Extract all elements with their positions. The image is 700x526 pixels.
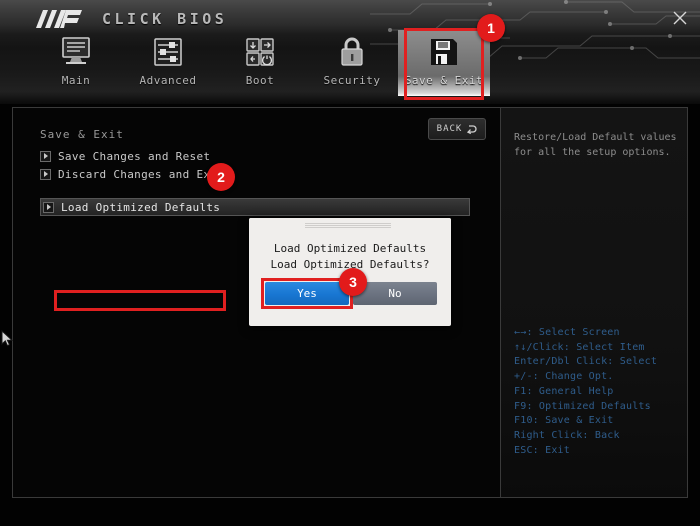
tab-main[interactable]: Main bbox=[30, 30, 122, 96]
tab-security[interactable]: Security bbox=[306, 30, 398, 96]
key-legend-item: Enter/Dbl Click: Select bbox=[514, 355, 686, 370]
brand-text: CLICK BIOS bbox=[102, 10, 227, 28]
annotation-badge-3: 3 bbox=[339, 268, 367, 296]
grid-tiles-icon bbox=[244, 34, 276, 70]
dialog-grip-icon bbox=[305, 223, 391, 228]
dialog-titlebar[interactable] bbox=[249, 218, 451, 228]
key-legend-item: ESC: Exit bbox=[514, 444, 686, 459]
tab-save-and-exit[interactable]: Save & Exit bbox=[398, 30, 490, 96]
key-legend-item: ↑↓/Click: Select Item bbox=[514, 341, 686, 356]
menu-item-label: Discard Changes and Exit bbox=[58, 168, 224, 181]
menu-item-label: Save Changes and Reset bbox=[58, 150, 210, 163]
tab-advanced[interactable]: Advanced bbox=[122, 30, 214, 96]
key-legend-item: ←→: Select Screen bbox=[514, 326, 686, 341]
back-button-label: BACK bbox=[437, 124, 463, 134]
padlock-icon bbox=[337, 34, 367, 70]
monitor-icon bbox=[59, 34, 93, 70]
help-pane: Restore/Load Default values for all the … bbox=[501, 108, 687, 497]
dialog-title: Load Optimized Defaults bbox=[249, 242, 451, 255]
annotation-badge-2: 2 bbox=[207, 163, 235, 191]
key-legend-item: F10: Save & Exit bbox=[514, 414, 686, 429]
main-navigation-tabs: Main Advanced bbox=[30, 30, 490, 98]
menu-item-save-changes-and-reset[interactable]: Save Changes and Reset bbox=[40, 148, 480, 164]
menu-item-discard-changes-and-exit[interactable]: Discard Changes and Exit bbox=[40, 166, 480, 182]
key-legend-item: F1: General Help bbox=[514, 385, 686, 400]
help-description: Restore/Load Default values for all the … bbox=[514, 130, 679, 160]
menu-item-load-optimized-defaults[interactable]: Load Optimized Defaults bbox=[40, 198, 470, 216]
tab-boot-label: Boot bbox=[246, 74, 275, 87]
return-arrow-icon bbox=[466, 124, 477, 135]
tab-save-and-exit-label: Save & Exit bbox=[405, 74, 483, 87]
tab-boot[interactable]: Boot bbox=[214, 30, 306, 96]
submenu-arrow-icon bbox=[40, 151, 51, 162]
page-title: Save & Exit bbox=[40, 128, 124, 141]
floppy-disk-icon bbox=[429, 34, 459, 70]
key-legend-item: +/-: Change Opt. bbox=[514, 370, 686, 385]
settings-menu-list: Save Changes and Reset Discard Changes a… bbox=[40, 148, 480, 218]
close-icon[interactable] bbox=[670, 8, 690, 28]
tab-main-label: Main bbox=[62, 74, 91, 87]
header-bar: CLICK BIOS Main bbox=[0, 0, 700, 104]
mouse-cursor bbox=[1, 330, 14, 348]
annotation-box-load-defaults bbox=[54, 290, 226, 311]
submenu-arrow-icon bbox=[40, 169, 51, 180]
msi-dragon-shield-icon bbox=[36, 9, 90, 29]
tab-advanced-label: Advanced bbox=[140, 74, 197, 87]
back-button[interactable]: BACK bbox=[428, 118, 486, 140]
submenu-arrow-icon bbox=[43, 202, 54, 213]
brand-logo-area: CLICK BIOS bbox=[36, 6, 227, 32]
yes-button[interactable]: Yes bbox=[265, 282, 349, 305]
key-legend-item: F9: Optimized Defaults bbox=[514, 400, 686, 415]
bios-screen: CLICK BIOS Main bbox=[0, 0, 700, 526]
menu-item-label: Load Optimized Defaults bbox=[61, 201, 220, 214]
tab-security-label: Security bbox=[324, 74, 381, 87]
sliders-icon bbox=[152, 34, 184, 70]
key-legend-item: Right Click: Back bbox=[514, 429, 686, 444]
annotation-badge-1: 1 bbox=[477, 14, 505, 42]
key-legend-list: ←→: Select Screen ↑↓/Click: Select Item … bbox=[514, 326, 686, 458]
